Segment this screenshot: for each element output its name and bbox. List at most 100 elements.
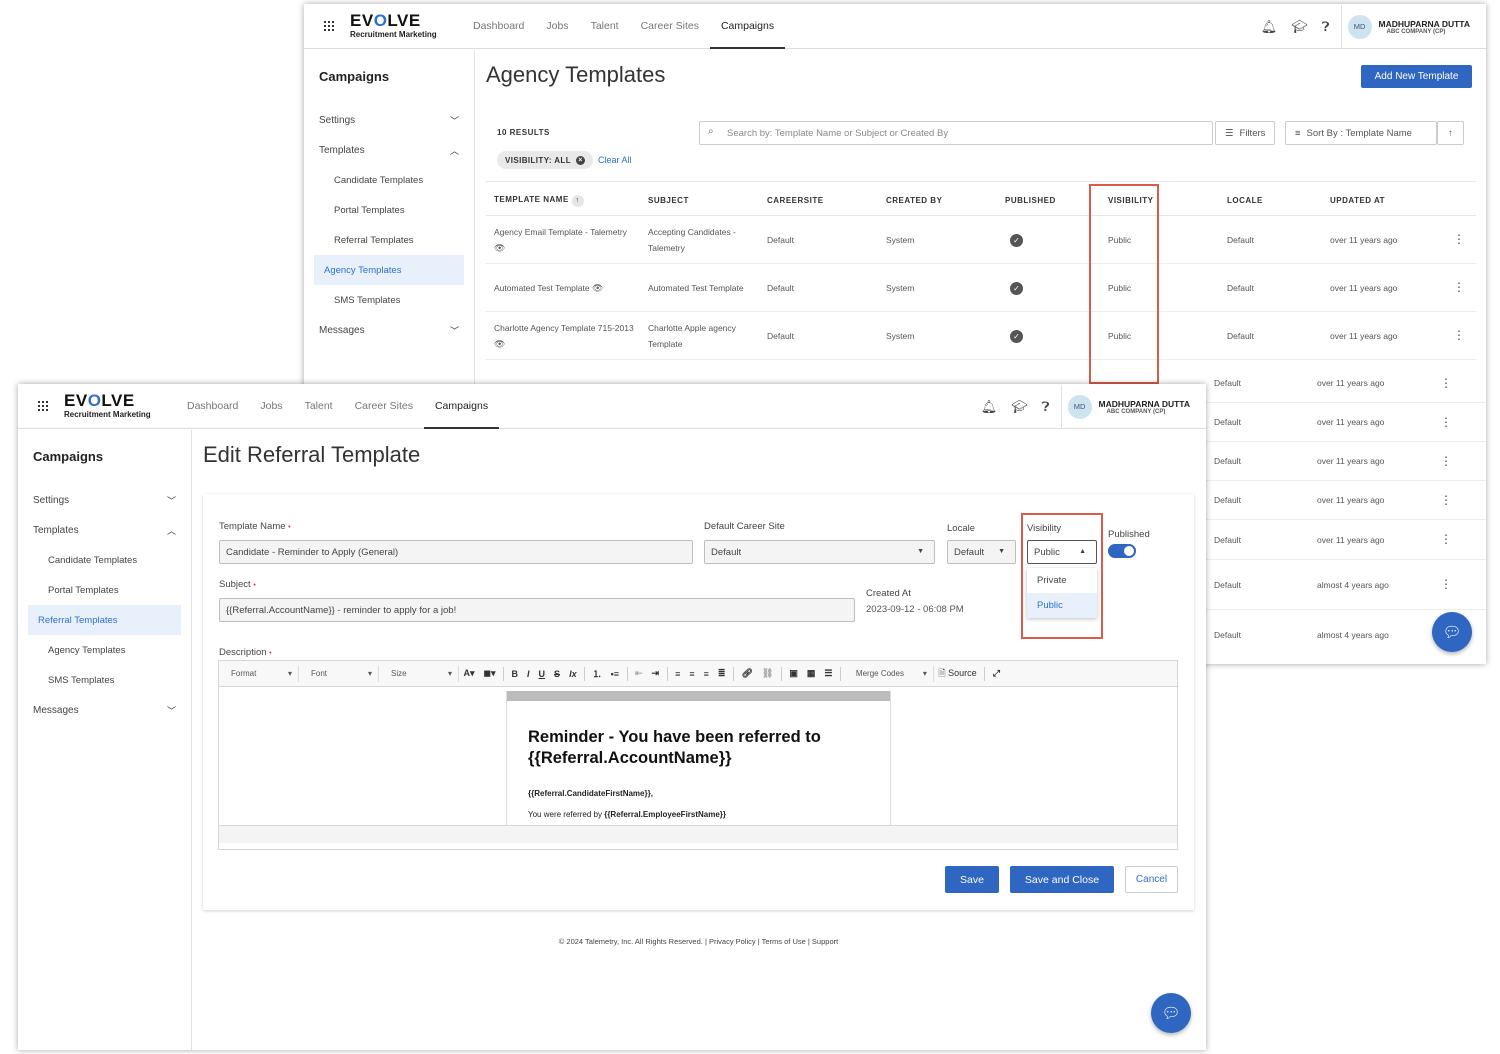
indent-icon[interactable]: ⇥ <box>647 668 664 679</box>
unlink-icon[interactable]: ⛓︎ <box>757 668 777 679</box>
sort-direction-button[interactable]: ↑ <box>1437 121 1464 145</box>
footer[interactable]: © 2024 Talemetry, Inc. All Rights Reserv… <box>203 937 1194 946</box>
justify-icon[interactable]: ≣ <box>713 668 730 679</box>
table-row[interactable]: Charlotte Agency Template 715-2013 👁︎ Ch… <box>486 312 1476 360</box>
outdent-icon[interactable]: ⇤ <box>631 668 648 679</box>
nav-campaigns[interactable]: Campaigns <box>709 4 786 49</box>
table-row[interactable]: Default almost 4 years ago ⋮ <box>1206 560 1486 610</box>
link-icon[interactable]: 🔗︎ <box>737 668 757 679</box>
table-row[interactable]: Default over 11 years ago ⋮ <box>1206 520 1486 560</box>
nav-career-sites[interactable]: Career Sites <box>630 4 710 49</box>
help-icon[interactable]: ❓︎ <box>1322 19 1330 35</box>
nav-jobs[interactable]: Jobs <box>535 4 579 49</box>
image-icon[interactable]: ▣ <box>785 668 803 679</box>
nav-dashboard[interactable]: Dashboard <box>176 384 249 429</box>
table-row[interactable]: Agency Email Template - Talemetry 👁︎ Acc… <box>486 216 1476 264</box>
align-left-icon[interactable]: ≡ <box>671 669 685 679</box>
size-select[interactable]: Size ▾ <box>379 665 459 682</box>
nav-campaigns[interactable]: Campaigns <box>423 384 500 429</box>
sidebar-templates[interactable]: Templates ︿ <box>18 515 191 545</box>
editor-content[interactable]: Reminder - You have been referred to {{R… <box>219 687 1177 825</box>
merge-codes-select[interactable]: Merge Codes ▾ <box>844 665 934 682</box>
chat-icon[interactable]: 💬︎ <box>1151 993 1191 1033</box>
font-select[interactable]: Font ▾ <box>299 665 379 682</box>
filters-button[interactable]: ☰ Filters <box>1215 121 1276 145</box>
user-menu[interactable]: MADHUPARNA DUTTA ABC COMPANY (CP) <box>1099 399 1190 415</box>
apps-grid-icon[interactable] <box>38 401 48 411</box>
user-menu[interactable]: MADHUPARNA DUTTA ABC COMPANY (CP) <box>1379 19 1470 35</box>
more-actions-icon[interactable]: ⋮ <box>1440 532 1452 546</box>
more-actions-icon[interactable]: ⋮ <box>1453 280 1465 294</box>
numbered-list-icon[interactable]: ⒈ <box>588 667 606 680</box>
editor-resize-bar[interactable] <box>219 825 1177 843</box>
sidebar-settings[interactable]: Settings ﹀ <box>304 105 474 135</box>
bell-icon[interactable]: 🔔︎ <box>1261 19 1278 35</box>
bell-icon[interactable]: 🔔︎ <box>981 399 998 415</box>
eye-icon[interactable]: 👁︎ <box>494 243 505 253</box>
template-name-input[interactable]: Candidate - Reminder to Apply (General) <box>219 540 693 564</box>
sidebar-item-candidate-templates[interactable]: Candidate Templates <box>314 165 464 195</box>
published-toggle[interactable] <box>1108 544 1136 558</box>
sidebar-item-candidate-templates[interactable]: Candidate Templates <box>28 545 181 575</box>
table-icon[interactable]: ▦ <box>802 668 820 679</box>
nav-talent[interactable]: Talent <box>294 384 344 429</box>
sidebar-item-portal-templates[interactable]: Portal Templates <box>28 575 181 605</box>
table-row[interactable]: Default over 11 years ago ⋮ <box>1206 481 1486 520</box>
bullet-list-icon[interactable]: •≡ <box>606 669 623 679</box>
align-right-icon[interactable]: ≡ <box>699 669 713 679</box>
sidebar-item-sms-templates[interactable]: SMS Templates <box>314 285 464 315</box>
help-icon[interactable]: ❓︎ <box>1042 399 1050 415</box>
table-row[interactable]: Automated Test Template 👁︎ Automated Tes… <box>486 264 1476 312</box>
more-actions-icon[interactable]: ⋮ <box>1440 493 1452 507</box>
graduation-cap-icon[interactable]: 🎓︎ <box>1291 19 1308 35</box>
align-center-icon[interactable]: ≡ <box>685 669 699 679</box>
table-row[interactable]: Default over 11 years ago ⋮ <box>1206 403 1486 442</box>
career-site-select[interactable]: Default ▼ <box>704 540 935 564</box>
bold-icon[interactable]: B <box>507 669 523 679</box>
avatar[interactable]: MD <box>1067 394 1092 419</box>
locale-select[interactable]: Default ▼ <box>947 540 1016 564</box>
maximize-icon[interactable]: ⤢ <box>988 668 1004 679</box>
search-input[interactable]: ⌕ Search by: Template Name or Subject or… <box>699 121 1213 145</box>
save-button[interactable]: Save <box>945 866 999 893</box>
more-actions-icon[interactable]: ⋮ <box>1440 376 1452 390</box>
sidebar-item-portal-templates[interactable]: Portal Templates <box>314 195 464 225</box>
sidebar-messages[interactable]: Messages ﹀ <box>304 315 474 345</box>
avatar[interactable]: MD <box>1347 14 1372 39</box>
strikethrough-icon[interactable]: S <box>550 669 565 679</box>
horizontal-line-icon[interactable]: ☰ <box>820 668 837 679</box>
more-actions-icon[interactable]: ⋮ <box>1440 577 1452 591</box>
eye-icon[interactable]: 👁︎ <box>494 339 505 349</box>
apps-grid-icon[interactable] <box>324 21 334 31</box>
sidebar-item-referral-templates[interactable]: Referral Templates <box>314 225 464 255</box>
remove-format-icon[interactable]: Ix <box>565 669 582 679</box>
cancel-button[interactable]: Cancel <box>1125 866 1178 893</box>
sidebar-item-sms-templates[interactable]: SMS Templates <box>28 665 181 695</box>
sidebar-item-agency-templates[interactable]: Agency Templates <box>314 255 464 285</box>
table-row[interactable]: Default over 11 years ago ⋮ <box>1206 442 1486 481</box>
subject-input[interactable]: {{Referral.AccountName}} - reminder to a… <box>219 598 855 622</box>
add-new-template-button[interactable]: Add New Template <box>1361 65 1472 88</box>
background-color-icon[interactable]: ◼▾ <box>479 668 500 679</box>
clear-all-link[interactable]: Clear All <box>598 155 632 165</box>
logo[interactable]: EVOLVE Recruitment Marketing <box>64 391 151 419</box>
more-actions-icon[interactable]: ⋮ <box>1440 415 1452 429</box>
italic-icon[interactable]: I <box>523 669 535 679</box>
sidebar-item-referral-templates[interactable]: Referral Templates <box>28 605 181 635</box>
nav-dashboard[interactable]: Dashboard <box>462 4 535 49</box>
eye-icon[interactable]: 👁︎ <box>592 283 603 293</box>
graduation-cap-icon[interactable]: 🎓︎ <box>1011 399 1028 415</box>
sidebar-templates[interactable]: Templates ︿ <box>304 135 474 165</box>
more-actions-icon[interactable]: ⋮ <box>1453 232 1465 246</box>
format-select[interactable]: Format ▾ <box>219 665 299 682</box>
chat-icon[interactable]: 💬︎ <box>1432 612 1472 652</box>
text-color-icon[interactable]: A▾ <box>459 668 479 679</box>
save-and-close-button[interactable]: Save and Close <box>1010 866 1114 893</box>
more-actions-icon[interactable]: ⋮ <box>1453 328 1465 342</box>
more-actions-icon[interactable]: ⋮ <box>1440 454 1452 468</box>
sort-button[interactable]: ≡ Sort By : Template Name <box>1285 121 1437 145</box>
nav-talent[interactable]: Talent <box>580 4 630 49</box>
nav-jobs[interactable]: Jobs <box>249 384 293 429</box>
underline-icon[interactable]: U <box>534 669 550 679</box>
source-button[interactable]: 🗎︎ Source <box>934 666 981 682</box>
